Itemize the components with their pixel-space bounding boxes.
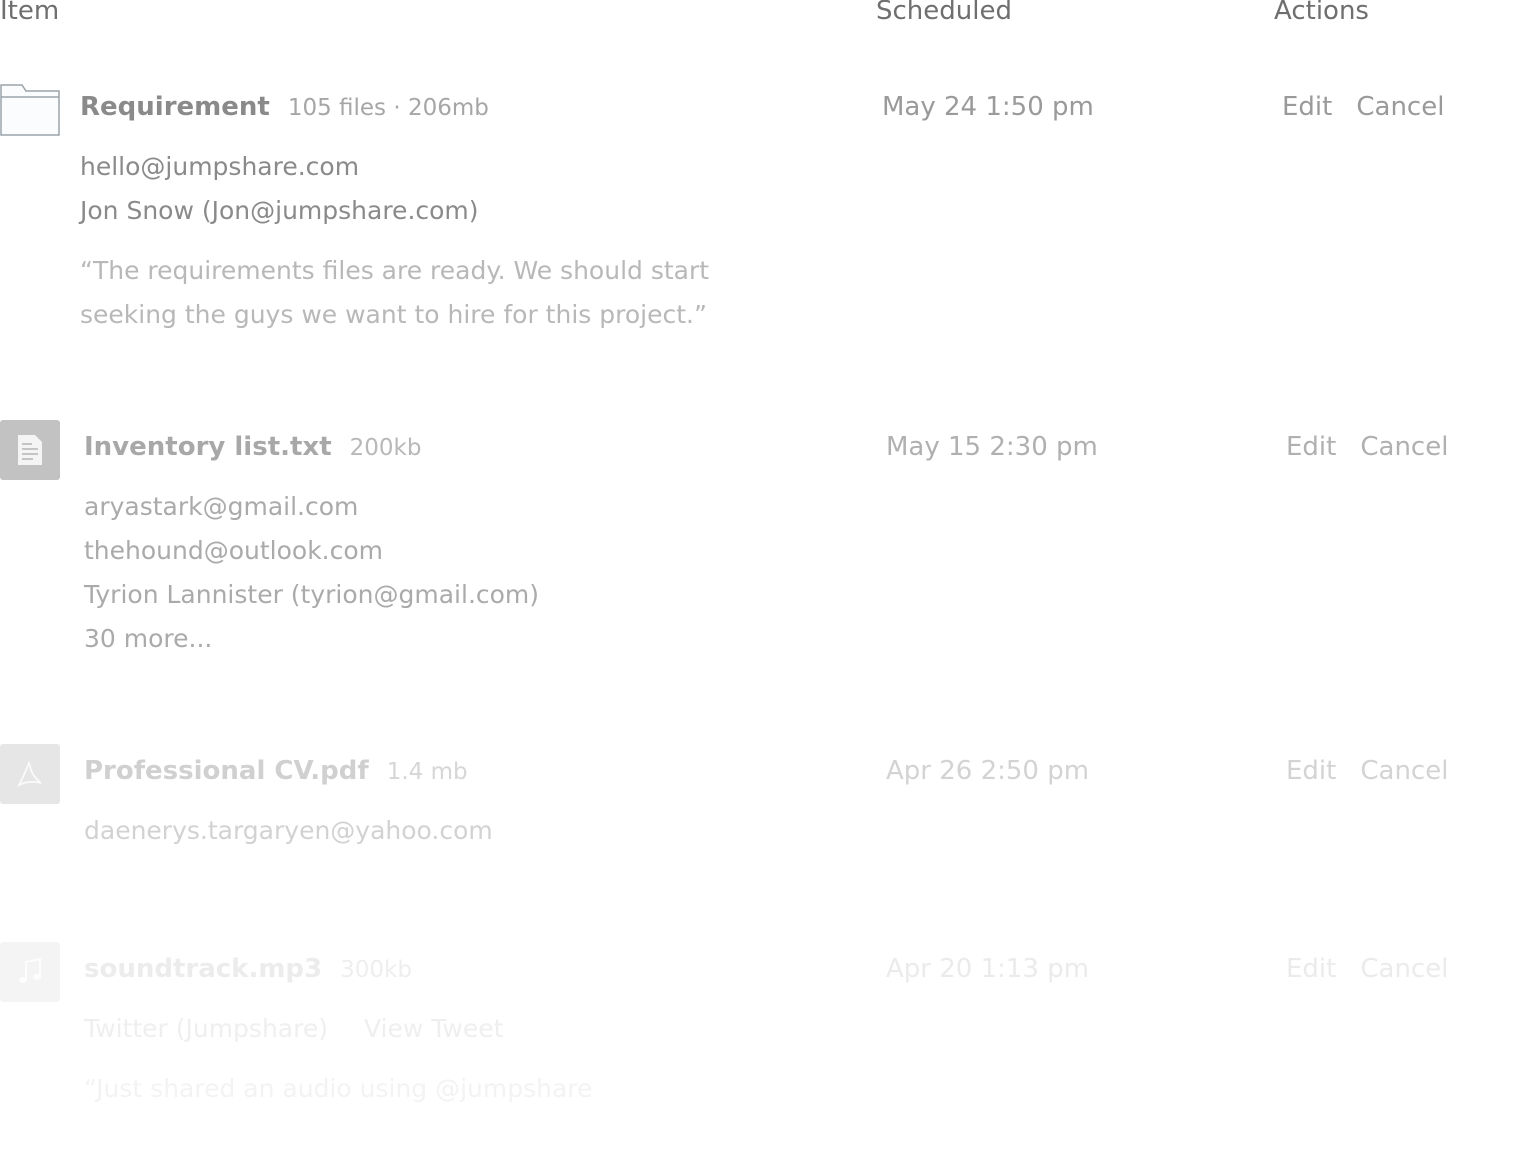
item-meta: 105 files · 206mb [287,95,489,121]
share-message: “Just shared an audio using @jumpshare [84,1074,593,1103]
cancel-button[interactable]: Cancel [1360,954,1448,984]
item-title[interactable]: soundtrack.mp3 [84,954,322,984]
share-destination: Twitter (Jumpshare) View Tweet [84,1007,503,1051]
column-header-actions: Actions [1274,0,1369,26]
column-header-scheduled: Scheduled [876,0,1012,26]
scheduled-time: May 24 1:50 pm [882,92,1094,122]
cancel-button[interactable]: Cancel [1360,432,1448,462]
edit-button[interactable]: Edit [1286,954,1336,984]
edit-button[interactable]: Edit [1286,756,1336,786]
music-file-icon [0,942,60,1002]
destination-label: Twitter (Jumpshare) [84,1014,328,1043]
cancel-button[interactable]: Cancel [1360,756,1448,786]
item-actions: Edit Cancel [1286,430,1448,464]
item-actions: Edit Cancel [1286,952,1448,986]
recipient: daenerys.targaryen@yahoo.com [84,816,493,845]
scheduled-shares-page: Item Scheduled Actions Requirement 105 fi… [0,0,1536,1152]
recipient-list: aryastark@gmail.com thehound@outlook.com… [84,485,539,661]
recipient-list: hello@jumpshare.com Jon Snow (Jon@jumpsh… [80,145,479,233]
cancel-button[interactable]: Cancel [1356,92,1444,122]
recipient: hello@jumpshare.com [80,152,360,181]
item-title[interactable]: Professional CV.pdf [84,756,369,786]
more-recipients-link[interactable]: 30 more... [84,617,539,661]
recipient: thehound@outlook.com [84,536,384,565]
pdf-file-icon [0,744,60,804]
recipient: Tyrion Lannister (tyrion@gmail.com) [84,580,540,609]
item-title[interactable]: Requirement [80,92,270,122]
view-tweet-link[interactable]: View Tweet [364,1014,503,1043]
scheduled-time: Apr 20 1:13 pm [886,954,1090,984]
folder-icon [0,80,60,140]
column-header-item: Item [0,0,60,26]
recipient-list: daenerys.targaryen@yahoo.com [84,809,493,853]
item-actions: Edit Cancel [1282,90,1444,124]
recipient: aryastark@gmail.com [84,492,359,521]
item-title[interactable]: Inventory list.txt [84,432,332,462]
message-line: seeking the guys we want to hire for thi… [80,300,707,329]
text-file-icon [0,420,60,480]
message-line: “The requirements files are ready. We sh… [80,256,710,285]
edit-button[interactable]: Edit [1286,432,1336,462]
item-meta: 1.4 mb [386,759,468,785]
scheduled-time: May 15 2:30 pm [886,432,1098,462]
item-meta: 200kb [349,435,422,461]
item-actions: Edit Cancel [1286,754,1448,788]
scheduled-time: Apr 26 2:50 pm [886,756,1090,786]
edit-button[interactable]: Edit [1282,92,1332,122]
recipient: Jon Snow (Jon@jumpshare.com) [80,196,479,225]
item-meta: 300kb [340,957,412,983]
share-message: “The requirements files are ready. We sh… [80,249,709,337]
